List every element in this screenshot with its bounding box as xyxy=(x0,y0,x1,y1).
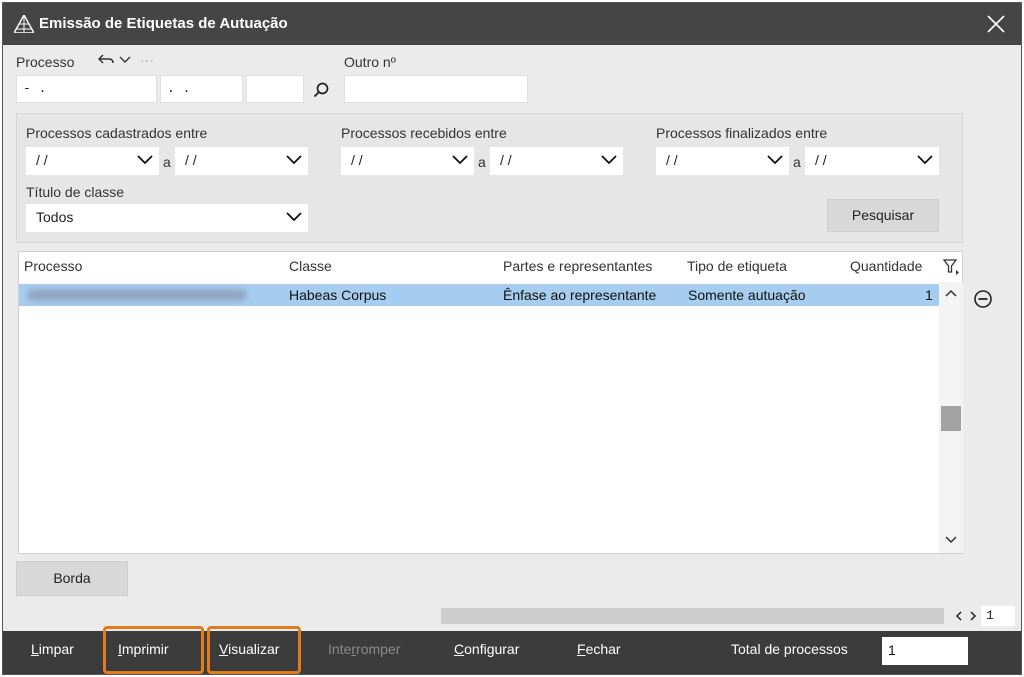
cadastrados-from-value: / / xyxy=(36,152,48,168)
interromper-label-pre: Inte xyxy=(328,641,352,657)
cadastrados-to-value: / / xyxy=(185,152,197,168)
column-header-processo[interactable]: Processo xyxy=(24,258,82,274)
close-icon xyxy=(987,15,1005,33)
cell-classe: Habeas Corpus xyxy=(289,287,387,303)
highlight-visualizar xyxy=(207,626,301,674)
prev-page-icon[interactable] xyxy=(955,611,963,621)
titulo-classe-label: Título de classe xyxy=(26,184,125,200)
processo-number-field[interactable]: - . xyxy=(16,75,157,103)
horizontal-scrollbar[interactable] xyxy=(441,608,944,624)
configurar-accesskey: C xyxy=(454,641,465,657)
configurar-label: onfigurar xyxy=(464,641,520,657)
chevron-down-icon[interactable] xyxy=(119,55,131,65)
title-bar: Emissão de Etiquetas de Autuação xyxy=(3,3,1021,45)
highlight-imprimir xyxy=(103,626,204,674)
fechar-accesskey: F xyxy=(577,641,586,657)
total-processos-label: Total de processos xyxy=(731,641,848,657)
scroll-up-icon[interactable] xyxy=(945,288,957,298)
fechar-button[interactable]: Fechar xyxy=(577,641,621,657)
search-icon[interactable] xyxy=(313,82,329,98)
undo-icon[interactable] xyxy=(98,53,114,67)
table-row[interactable]: Habeas Corpus Ênfase ao representante So… xyxy=(19,284,939,306)
interromper-button[interactable]: Interromper xyxy=(328,641,400,657)
outro-numero-field[interactable] xyxy=(344,75,528,103)
column-header-tipo[interactable]: Tipo de etiqueta xyxy=(687,258,787,274)
total-processos-field: 1 xyxy=(882,637,968,665)
app-logo-icon xyxy=(14,15,34,33)
column-header-classe[interactable]: Classe xyxy=(289,258,332,274)
close-button[interactable] xyxy=(971,3,1021,45)
processo-origin-field[interactable] xyxy=(246,75,304,103)
titulo-classe-select[interactable]: Todos xyxy=(26,204,308,232)
recebidos-label: Processos recebidos entre xyxy=(341,125,507,141)
recebidos-to-select[interactable]: / / xyxy=(490,147,623,175)
chevron-down-icon xyxy=(286,155,302,165)
recebidos-to-value: / / xyxy=(500,152,512,168)
borda-button[interactable]: Borda xyxy=(16,561,128,596)
vertical-scrollbar[interactable] xyxy=(939,282,963,553)
titulo-classe-value: Todos xyxy=(36,209,74,225)
cell-tipo: Somente autuação xyxy=(688,287,806,303)
cadastrados-label: Processos cadastrados entre xyxy=(26,125,208,141)
results-table: Processo Classe Partes e representantes … xyxy=(18,251,963,554)
next-page-icon[interactable] xyxy=(969,611,977,621)
filter-icon[interactable] xyxy=(943,258,961,276)
recebidos-from-select[interactable]: / / xyxy=(341,147,474,175)
range-separator: a xyxy=(163,154,171,170)
pesquisar-button[interactable]: Pesquisar xyxy=(827,199,939,232)
range-separator: a xyxy=(793,154,801,170)
chevron-down-icon xyxy=(286,212,302,222)
processo-label: Processo xyxy=(16,54,75,70)
remove-icon[interactable] xyxy=(973,289,993,309)
scroll-down-icon[interactable] xyxy=(945,535,957,545)
cadastrados-from-select[interactable]: / / xyxy=(26,147,159,175)
chevron-down-icon xyxy=(767,155,783,165)
page-number-field[interactable]: 1 xyxy=(981,606,1015,626)
dialog-window: Emissão de Etiquetas de Autuação Process… xyxy=(2,2,1022,675)
column-header-partes[interactable]: Partes e representantes xyxy=(503,258,652,274)
finalizados-to-select[interactable]: / / xyxy=(805,147,939,175)
cadastrados-to-select[interactable]: / / xyxy=(175,147,308,175)
limpar-button[interactable]: Limpar xyxy=(31,641,74,657)
scroll-thumb[interactable] xyxy=(941,406,961,431)
outro-label: Outro nº xyxy=(344,54,396,70)
range-separator: a xyxy=(478,154,486,170)
configurar-button[interactable]: Configurar xyxy=(454,641,519,657)
redacted-processo-cell xyxy=(27,289,247,301)
processo-year-field[interactable]: . . xyxy=(160,75,243,103)
more-icon[interactable]: ··· xyxy=(140,52,154,68)
chevron-down-icon xyxy=(917,155,933,165)
chevron-down-icon xyxy=(601,155,617,165)
chevron-down-icon xyxy=(137,155,153,165)
finalizados-from-value: / / xyxy=(666,152,678,168)
filter-panel: Processos cadastrados entre / / a / / Pr… xyxy=(16,113,963,243)
cell-quantidade: 1 xyxy=(925,287,933,303)
column-header-quantidade[interactable]: Quantidade xyxy=(850,258,922,274)
interromper-label: romper xyxy=(356,641,401,657)
limpar-label: impar xyxy=(38,641,74,657)
cell-partes: Ênfase ao representante xyxy=(503,287,657,303)
limpar-accesskey: L xyxy=(31,641,39,657)
finalizados-to-value: / / xyxy=(815,152,827,168)
finalizados-label: Processos finalizados entre xyxy=(656,125,828,141)
finalizados-from-select[interactable]: / / xyxy=(656,147,789,175)
window-title: Emissão de Etiquetas de Autuação xyxy=(39,15,288,32)
fechar-label: echar xyxy=(585,641,621,657)
chevron-down-icon xyxy=(452,155,468,165)
recebidos-from-value: / / xyxy=(351,152,363,168)
